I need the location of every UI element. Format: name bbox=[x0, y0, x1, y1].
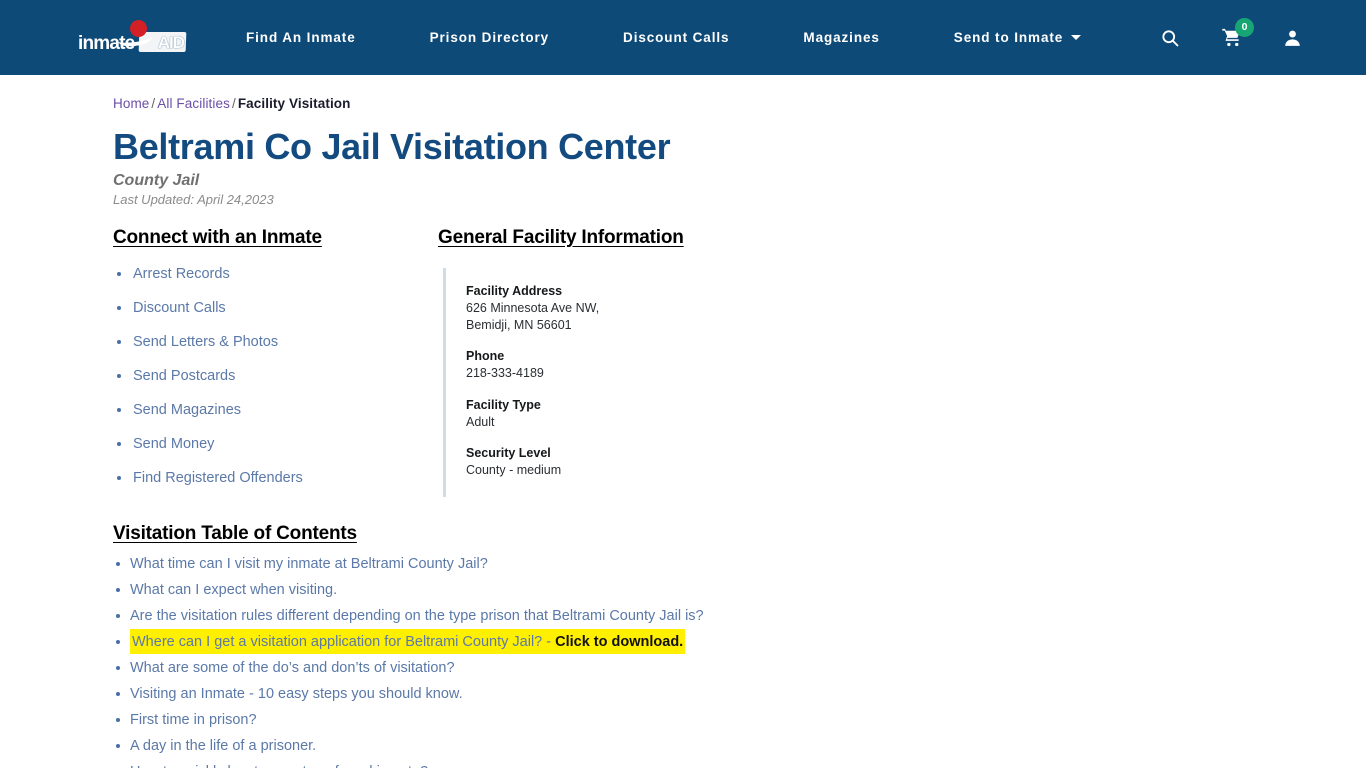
chevron-down-icon bbox=[1071, 35, 1082, 40]
connect-link-send-postcards[interactable]: Send Postcards bbox=[133, 368, 235, 384]
visitation-toc: Visitation Table of Contents What time c… bbox=[113, 523, 1366, 768]
site-logo[interactable]: inmate AID bbox=[78, 19, 187, 56]
list-item[interactable]: Send Letters & Photos bbox=[113, 325, 438, 359]
list-item[interactable]: Visiting an Inmate - 10 easy steps you s… bbox=[113, 681, 1366, 707]
list-item[interactable]: Send Magazines bbox=[113, 393, 438, 427]
facility-type-value: Adult bbox=[466, 414, 495, 429]
facility-phone-group: Phone 218-333-4189 bbox=[466, 347, 743, 382]
facility-address-group: Facility Address 626 Minnesota Ave NW, B… bbox=[466, 282, 743, 333]
list-item[interactable]: Arrest Records bbox=[113, 257, 438, 291]
facility-info-box: Facility Address 626 Minnesota Ave NW, B… bbox=[443, 267, 743, 497]
breadcrumb-separator: / bbox=[231, 96, 236, 111]
breadcrumb: Home / All Facilities / Facility Visitation bbox=[113, 96, 1366, 111]
toc-link-what-to-expect[interactable]: What can I expect when visiting. bbox=[130, 582, 337, 598]
list-item[interactable]: First time in prison? bbox=[113, 707, 1366, 733]
nav-item-prison-directory[interactable]: Prison Directory bbox=[430, 30, 549, 45]
facility-type-label: Facility Type bbox=[466, 397, 541, 412]
page-title: Beltrami Co Jail Visitation Center bbox=[113, 126, 671, 167]
nav-item-find-an-inmate[interactable]: Find An Inmate bbox=[246, 30, 356, 45]
list-item[interactable]: Are the visitation rules different depen… bbox=[113, 603, 1366, 629]
nav-label: Magazines bbox=[803, 30, 880, 45]
list-item[interactable]: Discount Calls bbox=[113, 291, 438, 325]
account-button[interactable] bbox=[1280, 26, 1304, 50]
toc-link-day-in-the-life[interactable]: A day in the life of a prisoner. bbox=[130, 738, 316, 754]
facility-type-group: Facility Type Adult bbox=[466, 396, 743, 431]
list-item[interactable]: What can I expect when visiting. bbox=[113, 577, 1366, 603]
two-column-layout: Connect with an Inmate Arrest Records Di… bbox=[113, 227, 1366, 497]
cart-count-badge: 0 bbox=[1235, 17, 1254, 37]
nav-label: Send to Inmate bbox=[953, 30, 1064, 45]
nav-label: Prison Directory bbox=[429, 30, 550, 45]
breadcrumb-current: Facility Visitation bbox=[237, 96, 351, 111]
nav-item-send-to-inmate[interactable]: Send to Inmate bbox=[953, 30, 1082, 45]
toc-link-first-time-in-prison[interactable]: First time in prison? bbox=[130, 712, 257, 728]
security-level-label: Security Level bbox=[466, 446, 551, 461]
toc-link-visit-time[interactable]: What time can I visit my inmate at Beltr… bbox=[130, 556, 488, 572]
connect-link-arrest-records[interactable]: Arrest Records bbox=[133, 266, 230, 282]
toc-list: What time can I visit my inmate at Beltr… bbox=[113, 551, 1366, 768]
last-updated-text: Last Updated: April 24,2023 bbox=[113, 191, 274, 207]
connect-link-list: Arrest Records Discount Calls Send Lette… bbox=[113, 257, 438, 495]
logo-dot bbox=[130, 19, 147, 37]
main-navigation: Find An Inmate Prison Directory Discount… bbox=[246, 30, 1158, 45]
list-item[interactable]: What time can I visit my inmate at Beltr… bbox=[113, 551, 1366, 577]
search-icon bbox=[1162, 29, 1179, 46]
toc-link-ten-easy-steps[interactable]: Visiting an Inmate - 10 easy steps you s… bbox=[130, 686, 463, 702]
toc-highlight-wrapper: Where can I get a visitation application… bbox=[130, 629, 686, 655]
search-button[interactable] bbox=[1158, 26, 1182, 50]
connect-link-find-registered-offenders[interactable]: Find Registered Offenders bbox=[133, 470, 303, 486]
facility-address-label: Facility Address bbox=[466, 283, 563, 298]
connect-link-send-magazines[interactable]: Send Magazines bbox=[133, 402, 241, 418]
toc-link-visitation-application[interactable]: Where can I get a visitation application… bbox=[132, 634, 555, 650]
list-item[interactable]: Find Registered Offenders bbox=[113, 461, 438, 495]
page-content: Home / All Facilities / Facility Visitation … bbox=[0, 96, 1366, 768]
list-item[interactable]: Send Money bbox=[113, 427, 438, 461]
facility-info-column: General Facility Information Facility Ad… bbox=[438, 227, 1366, 497]
facility-phone-label: Phone bbox=[466, 349, 505, 363]
breadcrumb-all-facilities[interactable]: All Facilities bbox=[157, 96, 230, 111]
list-item[interactable]: A day in the life of a prisoner. bbox=[113, 733, 1366, 759]
connect-link-send-letters-photos[interactable]: Send Letters & Photos bbox=[133, 334, 278, 350]
list-item-highlighted[interactable]: Where can I get a visitation application… bbox=[113, 629, 1366, 655]
site-header: inmate AID Find An Inmate Prison Directo… bbox=[0, 0, 1366, 75]
header-actions: 0 bbox=[1158, 17, 1304, 50]
toc-heading: Visitation Table of Contents bbox=[113, 522, 357, 544]
breadcrumb-home[interactable]: Home bbox=[113, 96, 149, 111]
facility-info-heading: General Facility Information bbox=[438, 226, 684, 248]
toc-link-locate-transferred-inmate[interactable]: How to quickly locate your transferred i… bbox=[130, 764, 428, 768]
facility-address-value: 626 Minnesota Ave NW, Bemidji, MN 56601 bbox=[466, 301, 600, 332]
nav-item-discount-calls[interactable]: Discount Calls bbox=[623, 30, 729, 45]
connect-link-discount-calls[interactable]: Discount Calls bbox=[133, 300, 226, 316]
nav-label: Find An Inmate bbox=[246, 30, 356, 45]
facility-type-subtitle: County Jail bbox=[113, 171, 200, 189]
toc-link-visitation-rules[interactable]: Are the visitation rules different depen… bbox=[130, 608, 704, 624]
facility-phone-value: 218-333-4189 bbox=[466, 366, 544, 381]
cart-button[interactable]: 0 bbox=[1219, 17, 1254, 50]
connect-heading: Connect with an Inmate bbox=[113, 226, 322, 248]
connect-link-send-money[interactable]: Send Money bbox=[133, 436, 214, 452]
connect-column: Connect with an Inmate Arrest Records Di… bbox=[113, 227, 438, 497]
logo-aid-text: AID bbox=[157, 32, 185, 52]
list-item[interactable]: Send Postcards bbox=[113, 359, 438, 393]
security-level-value: County - medium bbox=[466, 463, 562, 478]
security-level-group: Security Level County - medium bbox=[466, 444, 743, 479]
toc-link-click-to-download[interactable]: Click to download. bbox=[555, 634, 683, 650]
toc-link-dos-and-donts[interactable]: What are some of the do’s and don’ts of … bbox=[130, 660, 455, 676]
list-item[interactable]: How to quickly locate your transferred i… bbox=[113, 759, 1366, 768]
user-icon bbox=[1284, 30, 1300, 46]
nav-item-magazines[interactable]: Magazines bbox=[803, 30, 879, 45]
list-item[interactable]: What are some of the do’s and don’ts of … bbox=[113, 655, 1366, 681]
nav-label: Discount Calls bbox=[623, 30, 730, 45]
